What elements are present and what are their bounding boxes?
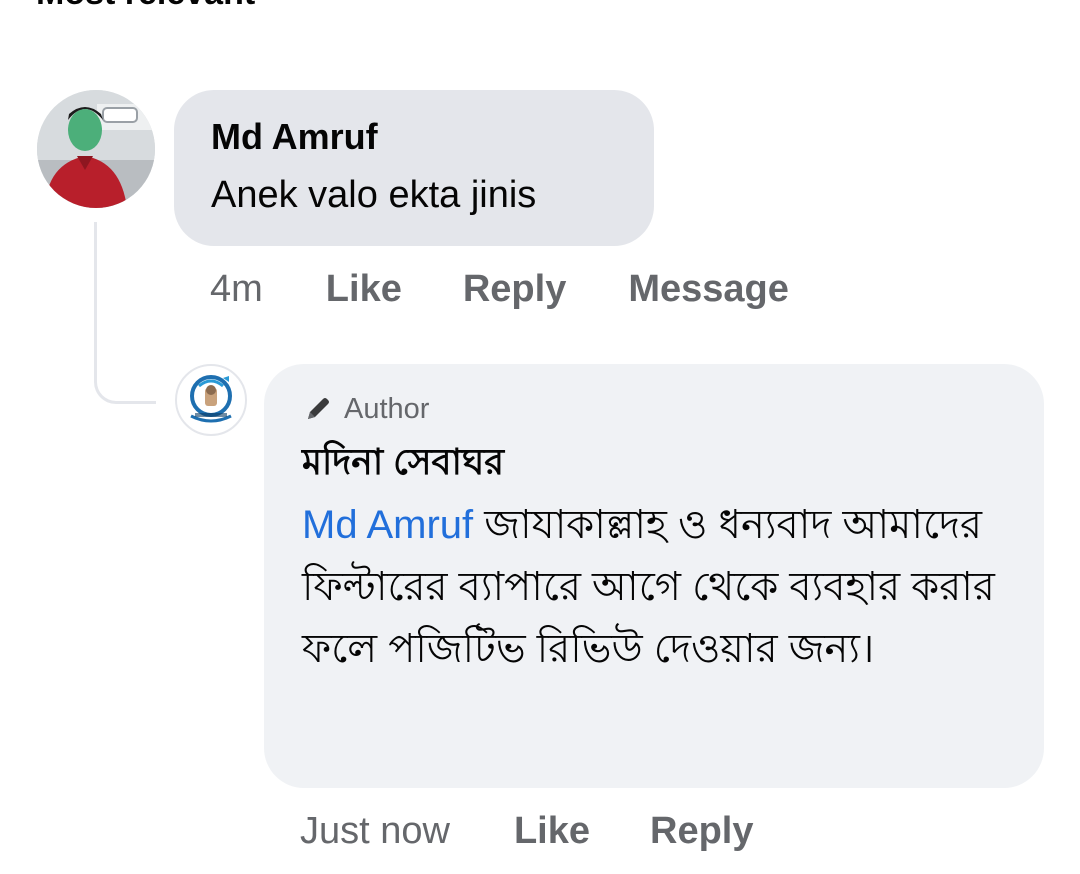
comment-timestamp[interactable]: 4m xyxy=(210,268,263,311)
pencil-icon xyxy=(308,398,329,419)
user-photo-icon xyxy=(37,90,155,208)
avatar[interactable] xyxy=(37,90,155,208)
reply-bubble: Author মদিনা সেবাঘর Md Amruf জাযাকাল্লাহ… xyxy=(264,364,1044,788)
sort-header[interactable]: Most relevant xyxy=(36,0,255,13)
reply-button[interactable]: Reply xyxy=(463,268,566,311)
like-button[interactable]: Like xyxy=(326,268,402,311)
reply-timestamp[interactable]: Just now xyxy=(300,810,450,853)
author-badge: Author xyxy=(302,390,1008,428)
message-button[interactable]: Message xyxy=(628,268,789,311)
mention-link[interactable]: Md Amruf xyxy=(302,503,473,547)
comment-author-name[interactable]: Md Amruf xyxy=(211,114,618,160)
reply-text: Md Amruf জাযাকাল্লাহ ও ধন্যবাদ আমাদের ফি… xyxy=(302,494,1008,680)
thread-connector-line xyxy=(94,222,156,404)
comment-text: Anek valo ekta jinis xyxy=(211,174,537,216)
comment-bubble: Md Amruf Anek valo ekta jinis xyxy=(174,90,654,246)
reply-button[interactable]: Reply xyxy=(650,810,753,853)
comment-actions: 4m Like Reply Message xyxy=(210,268,789,311)
water-filter-logo-icon xyxy=(179,368,243,432)
author-badge-label: Author xyxy=(344,393,430,425)
reply-author-name[interactable]: মদিনা সেবাঘর xyxy=(302,436,1008,488)
reply-actions: Just now Like Reply xyxy=(300,810,754,853)
page-avatar[interactable] xyxy=(175,364,247,436)
like-button[interactable]: Like xyxy=(514,810,590,853)
